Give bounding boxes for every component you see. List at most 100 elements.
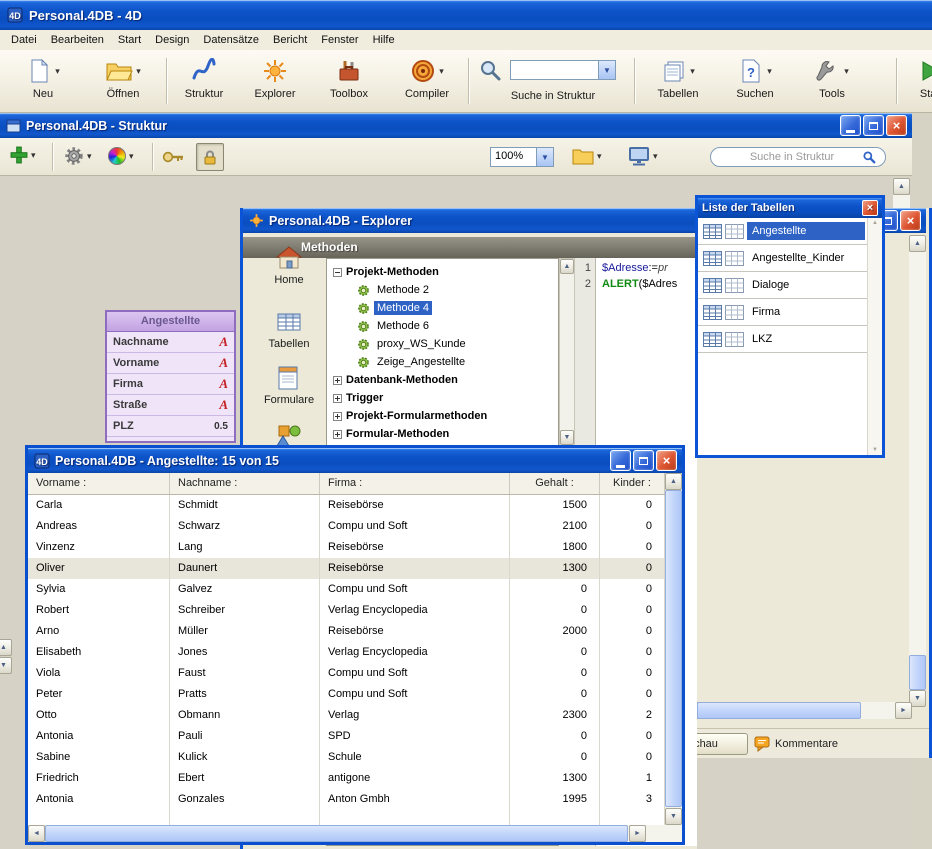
close-button[interactable]: × (886, 115, 907, 136)
diagram-field-row[interactable]: PLZ 0.5 (107, 416, 234, 437)
tree-item-method[interactable]: Methode 6 (327, 317, 558, 335)
scroll-up-button[interactable]: ▲ (0, 639, 12, 656)
expand-icon[interactable] (333, 394, 342, 403)
table-list-row[interactable]: Dialoge (698, 272, 882, 299)
dropdown-arrow-icon[interactable]: ▾ (439, 67, 444, 76)
comments-toggle[interactable]: Kommentare (754, 733, 838, 755)
scroll-left-button[interactable]: ◄ (28, 825, 45, 842)
structure-search-combobox[interactable]: ▼ (510, 60, 616, 80)
dropdown-arrow-icon[interactable]: ▾ (844, 67, 849, 76)
chevron-down-icon[interactable]: ▼ (536, 148, 553, 166)
table-records-icon[interactable] (725, 278, 744, 293)
scroll-up-icon[interactable]: ▲ (872, 220, 878, 226)
column-header-vorname[interactable]: Vorname : (28, 473, 170, 494)
table-row[interactable]: Arno Müller Reisebörse 2000 0 (28, 621, 665, 642)
key-button[interactable] (162, 149, 186, 165)
tree-item-method[interactable]: Methode 4 (327, 299, 558, 317)
color-button[interactable]: ▾ (108, 147, 134, 165)
table-list-row[interactable]: Angestellte_Kinder (698, 245, 882, 272)
column-header-firma[interactable]: Firma : (320, 473, 510, 494)
diagram-table-title[interactable]: Angestellte (107, 312, 234, 332)
toolbar-button-toolbox[interactable]: Toolbox (318, 55, 380, 109)
column-header-kinder[interactable]: Kinder : (600, 473, 665, 494)
close-button[interactable]: × (900, 210, 921, 231)
dropdown-arrow-icon[interactable]: ▾ (767, 67, 772, 76)
toolbar-button-neu[interactable]: ▾ Neu (14, 55, 72, 109)
scroll-up-button[interactable]: ▲ (560, 259, 574, 274)
toolbar-button-tabellen[interactable]: ▾ Tabellen (646, 55, 710, 109)
table-records-icon[interactable] (725, 305, 744, 320)
scroll-down-button[interactable]: ▼ (560, 430, 574, 445)
expand-icon[interactable] (333, 430, 342, 439)
expand-icon[interactable] (333, 376, 342, 385)
table-structure-icon[interactable] (703, 305, 722, 320)
menu-item[interactable]: Datensätze (196, 32, 266, 48)
table-row[interactable]: Antonia Gonzales Anton Gmbh 1995 3 (28, 789, 665, 810)
tree-item-method[interactable]: Methode 2 (327, 281, 558, 299)
table-row[interactable]: Antonia Pauli SPD 0 0 (28, 726, 665, 747)
dropdown-arrow-icon[interactable]: ▾ (87, 152, 92, 161)
table-records-icon[interactable] (725, 224, 744, 239)
tree-item-method[interactable]: Zeige_Angestellte (327, 353, 558, 371)
diagram-field-row[interactable]: Straße A (107, 395, 234, 416)
table-list-row[interactable]: Firma (698, 299, 882, 326)
tree-item-section[interactable]: Formular-Methoden (327, 425, 558, 443)
minimize-button[interactable] (610, 450, 631, 471)
diagram-field-row[interactable]: Nachname A (107, 332, 234, 353)
table-row[interactable]: Viola Faust Compu und Soft 0 0 (28, 663, 665, 684)
toolbar-button-oeffnen[interactable]: ▾ Öffnen (92, 55, 154, 109)
method-editor-hscrollbar[interactable]: ◄ ► (683, 702, 912, 719)
toolbar-button-start[interactable]: Star (902, 55, 932, 109)
diagram-field-row[interactable]: Vorname A (107, 353, 234, 374)
display-button[interactable]: ▾ (628, 146, 658, 166)
dropdown-arrow-icon[interactable]: ▾ (129, 152, 134, 161)
tree-vscrollbar[interactable]: ▲ ▼ (559, 258, 575, 446)
scrollbar-thumb[interactable] (909, 655, 926, 690)
dropdown-arrow-icon[interactable]: ▾ (653, 152, 658, 161)
scrollbar-thumb[interactable] (665, 490, 682, 807)
sidebar-item-formulare[interactable]: Formulare (253, 364, 325, 406)
dropdown-arrow-icon[interactable]: ▾ (690, 67, 695, 76)
scroll-down-button[interactable]: ▼ (665, 808, 682, 825)
palette-vscrollbar[interactable]: ▲▼ (867, 218, 882, 455)
minimize-button[interactable] (840, 115, 861, 136)
menu-item[interactable]: Start (111, 32, 148, 48)
scroll-down-icon[interactable]: ▼ (872, 447, 878, 453)
tree-item-section[interactable]: Projekt-Formularmethoden (327, 407, 558, 425)
menu-item[interactable]: Bericht (266, 32, 314, 48)
restore-button[interactable] (633, 450, 654, 471)
scrollbar-thumb[interactable] (697, 702, 861, 719)
toolbar-button-explorer[interactable]: Explorer (244, 55, 306, 109)
toolbar-button-tools[interactable]: ▾ Tools (802, 55, 862, 109)
toolbar-button-struktur[interactable]: Struktur (174, 55, 234, 109)
table-list-row[interactable]: Angestellte (698, 218, 882, 245)
tree-item-section[interactable]: Trigger (327, 389, 558, 407)
method-editor-vscrollbar[interactable]: ▲ ▼ (909, 235, 926, 707)
lock-button[interactable] (196, 143, 224, 171)
records-hscrollbar[interactable]: ◄ ► (28, 825, 682, 842)
collapse-icon[interactable] (333, 268, 342, 277)
table-row[interactable]: Robert Schreiber Verlag Encyclopedia 0 0 (28, 600, 665, 621)
table-row[interactable]: Oliver Daunert Reisebörse 1300 0 (28, 558, 665, 579)
close-icon[interactable]: × (862, 200, 878, 216)
menu-item[interactable]: Fenster (314, 32, 365, 48)
zoom-combobox[interactable]: 100% ▼ (490, 147, 554, 167)
table-records-icon[interactable] (725, 251, 744, 266)
table-row[interactable]: Otto Obmann Verlag 2300 2 (28, 705, 665, 726)
menu-item[interactable]: Bearbeiten (44, 32, 111, 48)
menu-item[interactable]: Datei (4, 32, 44, 48)
table-structure-icon[interactable] (703, 251, 722, 266)
table-diagram-angestellte[interactable]: Angestellte Nachname A Vorname A Firma (105, 310, 236, 443)
records-vscrollbar[interactable]: ▲ ▼ (665, 473, 682, 825)
scroll-right-button[interactable]: ► (629, 825, 646, 842)
folder-button[interactable]: ▾ (572, 147, 602, 165)
table-row[interactable]: Vinzenz Lang Reisebörse 1800 0 (28, 537, 665, 558)
sidebar-item-tabellen[interactable]: Tabellen (253, 308, 325, 350)
table-structure-icon[interactable] (703, 224, 722, 239)
dropdown-arrow-icon[interactable]: ▾ (31, 151, 36, 160)
menu-item[interactable]: Design (148, 32, 196, 48)
table-structure-icon[interactable] (703, 332, 722, 347)
expand-icon[interactable] (333, 412, 342, 421)
sidebar-item-home[interactable]: Home (253, 244, 325, 286)
table-row[interactable]: Sabine Kulick Schule 0 0 (28, 747, 665, 768)
